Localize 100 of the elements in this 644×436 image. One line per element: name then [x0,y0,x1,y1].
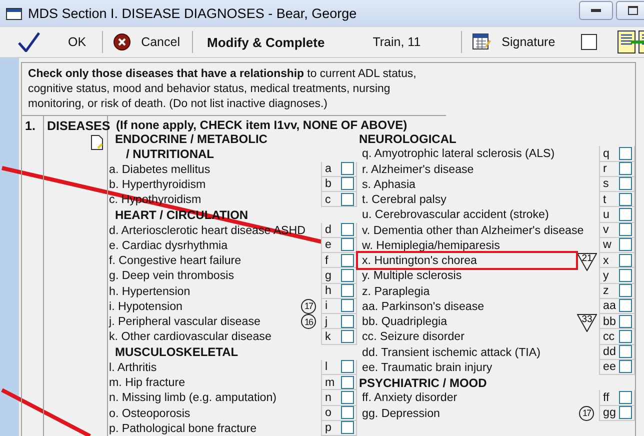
circled-number: 16 [301,314,316,330]
disease-item: i. Hypotension [108,300,184,313]
disease-item: ff. Anxiety disorder [361,391,458,404]
cancel-icon[interactable] [113,33,132,51]
ok-button[interactable]: OK [66,35,88,49]
checkbox[interactable] [619,223,632,236]
disease-item: h. Hypertension [108,284,192,298]
checkbox[interactable] [341,268,354,282]
checkbox[interactable] [619,208,632,221]
section-number: 1. [25,119,36,133]
disease-item: q. Amyotrophic lateral sclerosis (ALS) [361,147,556,160]
item-code: g [325,268,332,282]
item-code: x [603,254,609,267]
note-icon[interactable] [91,135,103,150]
category-heading: NEUROLOGICAL [359,132,456,146]
disease-item: x. Huntington's chorea [359,254,575,268]
item-code: s [603,177,609,190]
calendar-icon[interactable] [472,33,492,51]
checkbox[interactable] [341,223,354,236]
checkbox[interactable] [341,314,354,328]
disease-item: e. Cardiac dysrhythmia [108,238,229,252]
disease-item: o. Osteoporosis [108,406,192,420]
item-code: bb [603,314,616,328]
checkbox[interactable] [619,192,632,206]
window-icon [6,8,22,20]
item-code: o [325,406,332,420]
item-code: w [603,238,612,252]
disease-item: s. Aphasia [361,178,416,191]
item-code: j [325,314,328,328]
checkbox[interactable] [619,299,632,312]
checkbox[interactable] [341,376,354,389]
checkbox[interactable] [619,254,632,267]
checkbox[interactable] [341,284,354,298]
disease-item: u. Cerebrovascular accident (stroke) [361,208,550,222]
item-code: ee [603,360,616,374]
checkbox[interactable] [619,314,632,328]
maximize-icon [628,6,638,15]
section-note: (If none apply, CHECK item I1vv, NONE OF ABOVE) [115,117,408,131]
checkbox[interactable] [341,406,354,420]
signature-checkbox[interactable] [581,34,598,50]
disease-item: p. Pathological bone fracture [108,422,258,435]
item-code: u [603,208,610,221]
checkbox[interactable] [619,162,632,176]
item-code: h [325,284,332,298]
checkbox[interactable] [341,192,354,206]
item-code: gg [603,406,616,420]
checkbox[interactable] [341,330,354,343]
checkbox[interactable] [619,268,632,282]
circled-number: 17 [579,406,594,421]
checkbox[interactable] [341,299,354,312]
disease-item: ee. Traumatic brain injury [361,360,494,374]
checkbox[interactable] [619,238,632,252]
item-code: ff [603,390,610,404]
category-heading: / NUTRITIONAL [126,146,214,161]
disease-item: y. Multiple sclerosis [361,269,463,282]
user-label: Train, 11 [372,35,421,49]
disease-item: b. Hyperthyroidism [108,178,207,191]
section-title: DISEASES [47,119,110,133]
triangle-number: 33 [577,314,597,332]
category-heading: PSYCHIATRIC / MOOD [359,376,487,390]
disease-item: a. Diabetes mellitus [108,162,212,176]
maximize-button[interactable] [616,1,644,20]
checkbox[interactable] [341,421,354,434]
checkbox[interactable] [619,406,632,420]
checkbox[interactable] [341,238,354,252]
cancel-button[interactable]: Cancel [139,35,182,49]
disease-item: bb. Quadriplegia [361,315,448,328]
checkbox[interactable] [341,390,354,404]
checkbox[interactable] [619,284,632,298]
checkbox[interactable] [619,360,632,374]
checkbox[interactable] [619,177,632,190]
item-code: c [325,192,331,206]
checkbox[interactable] [341,162,354,176]
disease-item: f. Congestive heart failure [108,254,242,268]
item-code: a [325,162,332,176]
disease-item: dd. Transient ischemic attack (TIA) [361,346,542,359]
item-code: f [325,254,328,267]
minimize-button[interactable] [579,1,613,20]
item-code: t [603,192,606,206]
disease-item: z. Paraplegia [361,284,431,298]
checkbox[interactable] [341,360,354,374]
signature-button[interactable]: Signature [500,35,558,49]
item-code: dd [603,345,616,358]
item-code: m [325,376,335,389]
checkbox[interactable] [619,146,632,160]
checkbox[interactable] [341,177,354,190]
item-code: d [325,223,332,236]
mode-label: Modify & Complete [206,34,325,50]
checkbox[interactable] [619,330,632,343]
item-code: p [325,421,332,434]
checkmark-icon[interactable] [18,32,40,52]
checkbox[interactable] [619,345,632,358]
item-code: q [603,146,610,160]
triangle-number: 21 [577,253,597,272]
item-code: k [325,330,331,343]
item-code: v [603,223,609,236]
checkbox[interactable] [619,390,632,404]
disease-item: l. Arthritis [108,360,158,374]
checkbox[interactable] [341,254,354,267]
disease-item: j. Peripheral vascular disease [108,315,262,328]
